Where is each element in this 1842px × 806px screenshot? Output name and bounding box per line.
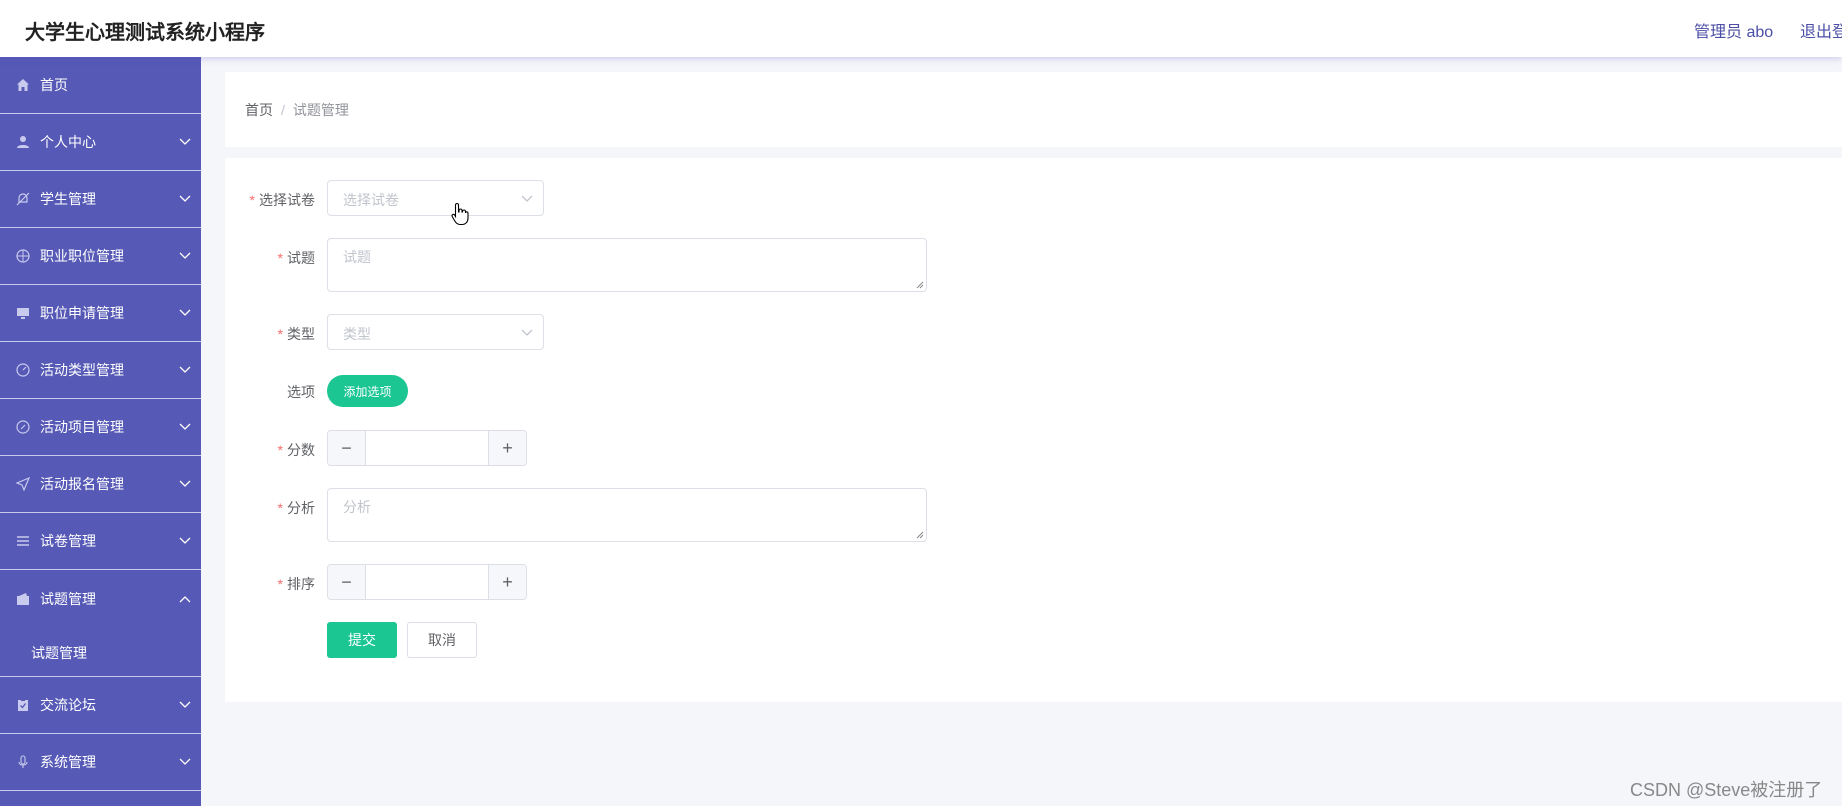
analysis-textarea[interactable]: 分析 [327,488,927,542]
sidebar-item-label: 职位申请管理 [40,305,124,321]
sidebar-item-label: 试卷管理 [40,533,96,549]
breadcrumb-card: 首页 / 试题管理 [225,72,1842,147]
sidebar-item-label: 试题管理 [40,590,96,607]
score-stepper[interactable]: − + [327,430,527,466]
sidebar-item-label: 活动类型管理 [40,362,124,378]
chevron-down-icon [179,423,191,430]
chevron-down-icon [521,195,533,202]
question-textarea[interactable]: 试题 [327,238,927,292]
app-title: 大学生心理测试系统小程序 [25,22,265,44]
type-label: * 类型 [277,326,315,342]
cancel-button[interactable]: 取消 [407,622,477,658]
sidebar-item-activity-signups[interactable]: 活动报名管理 [0,456,201,513]
paper-select[interactable]: 选择试卷 [327,180,544,216]
resize-handle-icon[interactable] [916,531,924,539]
sidebar-item-label: 系统管理 [40,754,96,770]
chevron-down-icon [179,480,191,487]
user-icon [16,135,30,149]
sidebar-item-label: 活动项目管理 [40,419,124,435]
user-info: 管理员 abo [1694,24,1774,41]
question-label: * 试题 [277,250,315,266]
sidebar-item-label: 活动报名管理 [40,476,124,492]
sidebar-item-system[interactable]: 系统管理 [0,734,201,791]
breadcrumb-separator: / [281,102,285,118]
analysis-placeholder: 分析 [343,499,371,515]
resize-handle-icon[interactable] [916,281,924,289]
sidebar-item-activity-types[interactable]: 活动类型管理 [0,342,201,399]
sidebar-item-activity-projects[interactable]: 活动项目管理 [0,399,201,456]
basketball-icon [16,249,30,263]
required-mark: * [277,576,283,592]
sidebar-item-careers[interactable]: 职业职位管理 [0,228,201,285]
score-decrement-button[interactable]: − [328,431,366,465]
breadcrumb-current: 试题管理 [292,102,349,118]
type-select-placeholder: 类型 [343,326,371,342]
top-bar: 大学生心理测试系统小程序 管理员 abo 退出登 [0,0,1842,57]
sidebar-subitem-label: 试题管理 [31,645,87,661]
sidebar-item-personal-center[interactable]: 个人中心 [0,114,201,171]
sidebar-item-job-applications[interactable]: 职位申请管理 [0,285,201,342]
sidebar-item-papers[interactable]: 试卷管理 [0,513,201,570]
microphone-icon [16,755,30,769]
paper-label: * 选择试卷 [249,192,315,208]
submit-button[interactable]: 提交 [327,622,397,658]
options-label: 选项 [287,384,315,400]
sidebar: 首页 个人中心 学生管理 职业职位管理 职位申请管理 活动类型管理 活动项目管理… [0,57,201,806]
sidebar-item-forum[interactable]: 交流论坛 [0,677,201,734]
analysis-label: * 分析 [277,500,315,516]
chevron-up-icon [179,595,191,602]
chevron-down-icon [179,195,191,202]
sidebar-item-label: 学生管理 [40,191,96,207]
hand-cursor-icon [451,202,469,226]
watermark: CSDN @Steve被注册了 [1630,780,1823,800]
compass-icon [16,420,30,434]
required-mark: * [277,500,283,516]
paper-select-placeholder: 选择试卷 [343,192,399,208]
sidebar-item-questions[interactable]: 试题管理 [0,570,201,627]
logout-link[interactable]: 退出登 [1800,18,1842,42]
required-mark: * [277,442,283,458]
monitor-icon [16,306,30,320]
required-mark: * [277,250,283,266]
sidebar-item-home[interactable]: 首页 [0,57,201,114]
sidebar-item-label: 职业职位管理 [40,248,124,264]
send-icon [16,477,30,491]
wallet-icon [16,592,30,606]
sidebar-item-label: 交流论坛 [40,697,96,713]
question-form: * 选择试卷 选择试卷 * 试题 试题 * 类型 类型 选项 添加选项 * 分数 − +… [225,158,1842,702]
bell-off-icon [16,192,30,206]
sidebar-item-label: 个人中心 [40,134,96,150]
required-mark: * [277,326,283,342]
chevron-down-icon [521,329,533,336]
chevron-down-icon [179,252,191,259]
add-option-button[interactable]: 添加选项 [327,375,408,407]
order-increment-button[interactable]: + [488,565,526,599]
list-icon [16,534,30,548]
type-select[interactable]: 类型 [327,314,544,350]
sidebar-item-label: 首页 [40,77,68,93]
breadcrumb-home[interactable]: 首页 [245,102,273,118]
chevron-down-icon [179,701,191,708]
chevron-down-icon [179,366,191,373]
sidebar-subitem-questions[interactable]: 试题管理 [0,627,201,677]
order-decrement-button[interactable]: − [328,565,366,599]
home-icon [16,78,30,92]
chevron-down-icon [179,537,191,544]
order-label: * 排序 [277,576,315,592]
clipboard-icon [16,698,30,712]
sidebar-item-students[interactable]: 学生管理 [0,171,201,228]
chevron-down-icon [179,309,191,316]
gauge-icon [16,363,30,377]
score-increment-button[interactable]: + [488,431,526,465]
breadcrumb: 首页 / 试题管理 [245,100,349,120]
chevron-down-icon [179,138,191,145]
chevron-down-icon [179,758,191,765]
score-label: * 分数 [277,442,315,458]
order-stepper[interactable]: − + [327,564,527,600]
question-placeholder: 试题 [343,249,371,265]
required-mark: * [249,192,255,208]
